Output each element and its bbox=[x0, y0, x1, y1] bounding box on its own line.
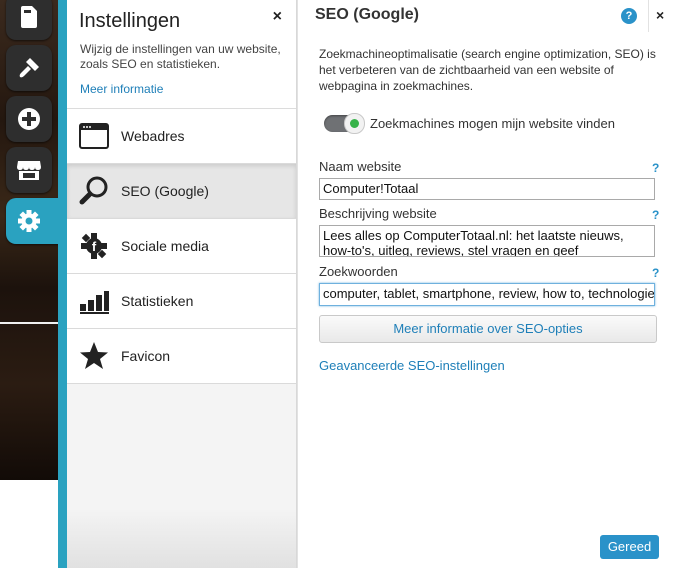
settings-accent-strip bbox=[58, 0, 67, 568]
menu-item-label: Webadres bbox=[121, 128, 185, 144]
menu-item-label: Favicon bbox=[121, 348, 171, 364]
toggle-knob bbox=[344, 113, 365, 134]
site-name-help[interactable]: ? bbox=[652, 161, 659, 175]
menu-item-favicon[interactable]: Favicon bbox=[67, 329, 296, 384]
keywords-label: Zoekwoorden bbox=[319, 264, 398, 279]
settings-description: Wijzig de instellingen van uw website, z… bbox=[80, 42, 281, 71]
menu-item-seo[interactable]: SEO (Google) bbox=[67, 164, 296, 219]
search-visibility-row: Zoekmachines mogen mijn website vinden bbox=[324, 113, 615, 134]
settings-header: Instellingen × Wijzig de instellingen va… bbox=[67, 0, 296, 109]
menu-item-statistieken[interactable]: Statistieken bbox=[67, 274, 296, 329]
settings-title: Instellingen bbox=[79, 10, 181, 32]
rail-store-button[interactable] bbox=[6, 147, 52, 193]
paint-brush-icon bbox=[19, 58, 39, 78]
menu-bottom-shade bbox=[67, 508, 296, 568]
keywords-help[interactable]: ? bbox=[652, 266, 659, 280]
menu-item-label: SEO (Google) bbox=[121, 183, 209, 199]
rail-page-button[interactable] bbox=[6, 0, 52, 40]
search-visibility-toggle[interactable] bbox=[324, 113, 365, 134]
star-icon bbox=[80, 342, 108, 369]
menu-item-sociale-media[interactable]: f Sociale media bbox=[67, 219, 296, 274]
social-icon: f bbox=[81, 233, 107, 259]
seo-close-container: × bbox=[648, 0, 674, 32]
menu-item-label: Statistieken bbox=[121, 293, 194, 309]
rail-design-button[interactable] bbox=[6, 45, 52, 91]
advanced-seo-link[interactable]: Geavanceerde SEO-instellingen bbox=[319, 358, 505, 373]
settings-more-info-link[interactable]: Meer informatie bbox=[80, 82, 163, 96]
seo-description: Zoekmachineoptimalisatie (search engine … bbox=[319, 47, 656, 93]
site-description-label: Beschrijving website bbox=[319, 206, 437, 221]
rail-add-button[interactable] bbox=[6, 96, 52, 142]
menu-item-webadres[interactable]: Webadres bbox=[67, 109, 296, 164]
gear-icon bbox=[18, 210, 40, 232]
svg-text:f: f bbox=[92, 239, 97, 254]
site-name-label: Naam website bbox=[319, 159, 402, 174]
more-seo-info-button[interactable]: Meer informatie over SEO-opties bbox=[319, 315, 657, 343]
page-icon bbox=[21, 6, 37, 28]
help-icon[interactable]: ? bbox=[621, 8, 637, 24]
keywords-input[interactable]: computer, tablet, smartphone, review, ho… bbox=[319, 283, 655, 306]
toggle-on-indicator bbox=[350, 119, 359, 128]
seo-panel: SEO (Google) ? × Zoekmachineoptimalisati… bbox=[297, 0, 674, 568]
seo-title: SEO (Google) bbox=[315, 6, 419, 23]
menu-item-label: Sociale media bbox=[121, 238, 209, 254]
site-description-textarea[interactable]: Lees alles op ComputerTotaal.nl: het laa… bbox=[319, 225, 655, 257]
browser-window-icon bbox=[79, 123, 109, 149]
settings-panel: Instellingen × Wijzig de instellingen va… bbox=[67, 0, 297, 568]
site-name-input[interactable]: Computer!Totaal bbox=[319, 178, 655, 200]
done-button[interactable]: Gereed bbox=[600, 535, 659, 559]
search-visibility-label: Zoekmachines mogen mijn website vinden bbox=[370, 116, 615, 131]
settings-menu: Webadres SEO (Google) f Sociale media St… bbox=[67, 109, 296, 384]
settings-close-button[interactable]: × bbox=[273, 8, 282, 26]
rail-settings-button[interactable] bbox=[6, 198, 64, 244]
seo-close-button[interactable]: × bbox=[656, 7, 664, 23]
store-icon bbox=[17, 161, 41, 180]
magnifier-icon bbox=[79, 176, 108, 205]
site-description-help[interactable]: ? bbox=[652, 208, 659, 222]
add-icon bbox=[18, 108, 40, 130]
bar-chart-icon bbox=[80, 291, 109, 314]
